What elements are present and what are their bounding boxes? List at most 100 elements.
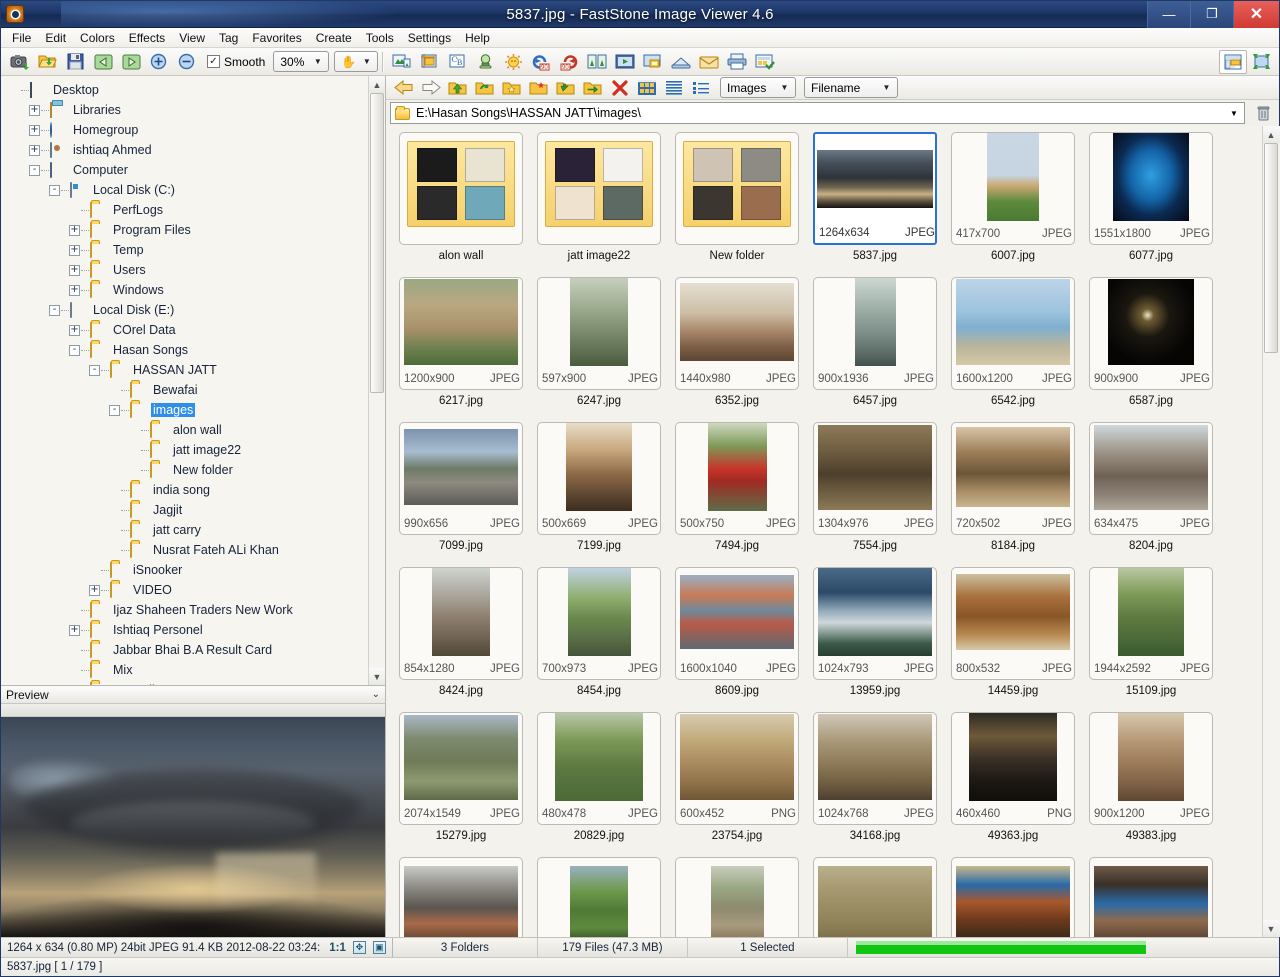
- image-thumbnail-cell[interactable]: 1304x976JPEG7554.jpg: [806, 422, 944, 567]
- thumbnail-tile[interactable]: 600x452PNG: [675, 712, 799, 825]
- tree-expander-plus-icon[interactable]: +: [89, 585, 100, 596]
- tree-item-jabbar-bhai-b-a-result-card[interactable]: Jabbar Bhai B.A Result Card: [5, 640, 368, 660]
- camera-icon[interactable]: [5, 50, 33, 74]
- tree-item-hassan-jatt[interactable]: -HASSAN JATT: [5, 360, 368, 380]
- tree-item-nusrat-fateh-ali-khan[interactable]: Nusrat Fateh ALi Khan: [5, 540, 368, 560]
- next-arrow-icon[interactable]: [117, 50, 145, 74]
- print-icon[interactable]: [723, 50, 751, 74]
- tree-expander-plus-icon[interactable]: +: [69, 625, 80, 636]
- image-thumbnail-cell[interactable]: 1264x634JPEG5837.jpg: [806, 132, 944, 277]
- thumbnail-tile[interactable]: 1200x900JPEG: [399, 277, 523, 390]
- tree-item-libraries[interactable]: +Libraries: [5, 100, 368, 120]
- up-folder-icon[interactable]: [444, 77, 471, 98]
- tree-item-perflogs[interactable]: PerfLogs: [5, 200, 368, 220]
- tree-item-new-folder[interactable]: New folder: [5, 460, 368, 480]
- image-thumbnail-cell[interactable]: 480x478JPEG20829.jpg: [530, 712, 668, 857]
- tree-scroll-track[interactable]: [369, 93, 386, 668]
- thumbnail-grid[interactable]: alon walljatt image22New folder1264x634J…: [386, 126, 1262, 937]
- folder-tree[interactable]: Desktop+Libraries+Homegroup+ishtiaq Ahme…: [1, 76, 368, 685]
- image-thumbnail-cell[interactable]: 417x700JPEG6007.jpg: [944, 132, 1082, 277]
- tree-expander-minus-icon[interactable]: -: [69, 345, 80, 356]
- tree-scroll-thumb[interactable]: [370, 93, 384, 393]
- file-filter-combo[interactable]: Images ▼: [720, 77, 796, 98]
- smooth-checkbox-box[interactable]: ✓: [207, 55, 220, 68]
- tree-expander-plus-icon[interactable]: +: [29, 145, 40, 156]
- back-arrow-icon[interactable]: [390, 77, 417, 98]
- tree-item-india-song[interactable]: india song: [5, 480, 368, 500]
- image-thumbnail-cell[interactable]: 1440x980JPEG6352.jpg: [668, 277, 806, 422]
- window-layout-icon[interactable]: [1219, 50, 1247, 74]
- tree-expander-plus-icon[interactable]: +: [29, 105, 40, 116]
- thumbnail-tile[interactable]: 720x502JPEG: [951, 422, 1075, 535]
- menu-effects[interactable]: Effects: [122, 29, 172, 47]
- thumbnail-tile[interactable]: [813, 857, 937, 937]
- pan-tool-combo[interactable]: ✋ ▼: [334, 51, 378, 72]
- image-thumbnail-cell[interactable]: 1024x793JPEG13959.jpg: [806, 567, 944, 712]
- thumbnail-tile[interactable]: 990x656JPEG: [399, 422, 523, 535]
- tree-expander-plus-icon[interactable]: +: [69, 245, 80, 256]
- sort-order-combo[interactable]: Filename ▼: [804, 77, 898, 98]
- tree-item-computer[interactable]: -Computer: [5, 160, 368, 180]
- save-icon[interactable]: [61, 50, 89, 74]
- menu-create[interactable]: Create: [309, 29, 359, 47]
- tree-item-local-disk-c-[interactable]: -Local Disk (C:): [5, 180, 368, 200]
- tree-item-video[interactable]: +VIDEO: [5, 580, 368, 600]
- thumbnail-tile[interactable]: 1600x1040JPEG: [675, 567, 799, 680]
- thumbnail-tile[interactable]: 800x532JPEG: [951, 567, 1075, 680]
- scroll-up-icon[interactable]: ▲: [1263, 126, 1280, 143]
- thumbnail-tile[interactable]: [399, 132, 523, 245]
- image-thumbnail-cell[interactable]: 500x750JPEG7494.jpg: [668, 422, 806, 567]
- crop-icon[interactable]: [415, 50, 443, 74]
- refresh-folder-icon[interactable]: [471, 77, 498, 98]
- image-thumbnail-cell[interactable]: 900x1200JPEG49383.jpg: [1082, 712, 1220, 857]
- thumbnail-tile[interactable]: 1024x768JPEG: [813, 712, 937, 825]
- tree-item-ijaz-shaheen-traders-new-work[interactable]: Ijaz Shaheen Traders New Work: [5, 600, 368, 620]
- new-folder-icon[interactable]: [525, 77, 552, 98]
- chevron-down-icon[interactable]: ▼: [879, 78, 894, 97]
- tree-item-corel-data[interactable]: +COrel Data: [5, 320, 368, 340]
- thumbnail-tile[interactable]: 1304x976JPEG: [813, 422, 937, 535]
- tree-expander-minus-icon[interactable]: -: [49, 185, 60, 196]
- favorites-folder-icon[interactable]: [498, 77, 525, 98]
- status-zoom-ratio[interactable]: 1:1: [329, 942, 346, 954]
- thumbnail-tile[interactable]: 460x460PNG: [951, 712, 1075, 825]
- image-thumbnail-cell[interactable]: [668, 857, 806, 937]
- list-view-icon[interactable]: [660, 77, 687, 98]
- thumbnail-tile[interactable]: 1551x1800JPEG: [1089, 132, 1213, 245]
- resize-image-icon[interactable]: [387, 50, 415, 74]
- chevron-down-icon[interactable]: ▼: [310, 52, 325, 71]
- menu-tag[interactable]: Tag: [212, 29, 245, 47]
- zoom-in-icon[interactable]: [145, 50, 173, 74]
- compare-icon[interactable]: [583, 50, 611, 74]
- tree-item-jagjit[interactable]: Jagjit: [5, 500, 368, 520]
- tree-item-desktop[interactable]: Desktop: [5, 80, 368, 100]
- tree-expander-minus-icon[interactable]: -: [49, 305, 60, 316]
- scroll-down-icon[interactable]: ▼: [369, 668, 386, 685]
- image-thumbnail-cell[interactable]: 500x669JPEG7199.jpg: [530, 422, 668, 567]
- email-icon[interactable]: [695, 50, 723, 74]
- image-thumbnail-cell[interactable]: 800x532JPEG14459.jpg: [944, 567, 1082, 712]
- open-folder-icon[interactable]: [33, 50, 61, 74]
- image-thumbnail-cell[interactable]: 1600x1040JPEG8609.jpg: [668, 567, 806, 712]
- chevron-down-icon[interactable]: ▼: [777, 78, 792, 97]
- image-thumbnail-cell[interactable]: 600x452PNG23754.jpg: [668, 712, 806, 857]
- thumbnail-tile[interactable]: 2074x1549JPEG: [399, 712, 523, 825]
- thumbnail-scroll-thumb[interactable]: [1264, 143, 1278, 353]
- image-thumbnail-cell[interactable]: 1600x1200JPEG6542.jpg: [944, 277, 1082, 422]
- image-thumbnail-cell[interactable]: 1024x768JPEG34168.jpg: [806, 712, 944, 857]
- thumbnail-tile[interactable]: [675, 132, 799, 245]
- tree-item-ishtiaq-personel[interactable]: +Ishtiaq Personel: [5, 620, 368, 640]
- menu-settings[interactable]: Settings: [401, 29, 458, 47]
- tree-item-new-file[interactable]: New File: [5, 680, 368, 685]
- forward-arrow-icon[interactable]: [417, 77, 444, 98]
- thumbnail-scroll-track[interactable]: [1263, 143, 1280, 920]
- thumbnail-tile[interactable]: 900x900JPEG: [1089, 277, 1213, 390]
- color-adjust-icon[interactable]: CB: [443, 50, 471, 74]
- trash-icon[interactable]: [1251, 102, 1275, 124]
- image-thumbnail-cell[interactable]: [530, 857, 668, 937]
- image-thumbnail-cell[interactable]: 900x1936JPEG6457.jpg: [806, 277, 944, 422]
- chevron-double-down-icon[interactable]: ⌄: [372, 689, 380, 700]
- zoom-out-icon[interactable]: [173, 50, 201, 74]
- image-thumbnail-cell[interactable]: 2074x1549JPEG15279.jpg: [392, 712, 530, 857]
- tree-expander-plus-icon[interactable]: +: [69, 265, 80, 276]
